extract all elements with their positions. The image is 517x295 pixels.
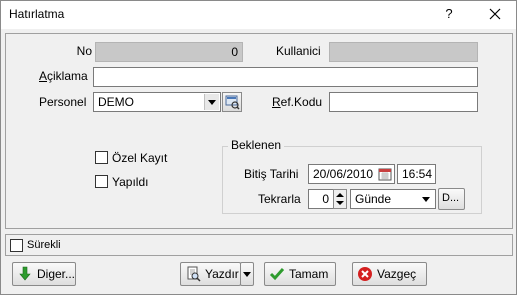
period-select[interactable]: Günde bbox=[350, 189, 436, 209]
yapildi-label: Yapıldı bbox=[112, 175, 149, 189]
chevron-down-icon[interactable] bbox=[204, 94, 219, 110]
tekrarla-input[interactable]: 0 bbox=[308, 189, 334, 209]
ozel-kayit-label: Özel Kayıt bbox=[112, 151, 168, 165]
no-label: No bbox=[76, 44, 92, 58]
ozel-kayit-checkbox[interactable] bbox=[95, 151, 108, 164]
tekrarla-stepper[interactable] bbox=[333, 189, 347, 209]
stepper-down-icon[interactable] bbox=[336, 201, 344, 205]
chevron-down-icon[interactable] bbox=[419, 191, 434, 207]
diger-label: Diger... bbox=[37, 267, 76, 281]
bitis-tarihi-label: Bitiş Tarihi bbox=[244, 167, 299, 181]
bitis-saat-input[interactable]: 16:54 bbox=[397, 164, 436, 184]
bitis-tarihi-value: 20/06/2010 bbox=[313, 167, 374, 181]
chevron-down-icon bbox=[243, 272, 251, 277]
title-bar[interactable]: Hatırlatma ? bbox=[1, 1, 516, 29]
personel-lookup-button[interactable] bbox=[222, 92, 242, 112]
dialog-window: Hatırlatma ? No 0 Kullanici Açiklama Per… bbox=[0, 0, 517, 295]
aciklama-input[interactable] bbox=[93, 67, 478, 87]
cancel-icon bbox=[358, 267, 372, 281]
personel-label: Personel bbox=[39, 95, 87, 109]
kullanici-label: Kullanici bbox=[276, 44, 321, 58]
arrow-down-icon bbox=[19, 266, 31, 281]
refkodu-input[interactable] bbox=[329, 92, 478, 112]
tamam-button[interactable]: Tamam bbox=[264, 262, 336, 286]
personel-select[interactable]: DEMO bbox=[93, 92, 221, 112]
surekli-label: Sürekli bbox=[27, 239, 61, 251]
yazdir-label: Yazdır bbox=[205, 267, 239, 281]
calendar-icon[interactable] bbox=[378, 167, 392, 181]
kullanici-field bbox=[329, 42, 478, 62]
no-field: 0 bbox=[95, 42, 243, 62]
help-button[interactable]: ? bbox=[441, 6, 457, 22]
refkodu-label: Ref.Kodu bbox=[272, 95, 323, 109]
tamam-label: Tamam bbox=[289, 267, 329, 281]
yazdir-button[interactable]: Yazdır bbox=[180, 262, 241, 286]
window-title: Hatırlatma bbox=[9, 7, 65, 21]
vazgec-button[interactable]: Vazgeç bbox=[352, 262, 427, 286]
close-icon bbox=[489, 8, 501, 20]
tekrarla-label: Tekrarla bbox=[258, 192, 301, 206]
beklenen-title: Beklenen bbox=[228, 138, 285, 152]
aciklama-label: Açiklama bbox=[39, 69, 88, 83]
print-preview-icon bbox=[187, 266, 201, 282]
d-button[interactable]: D... bbox=[438, 188, 465, 210]
close-button[interactable] bbox=[485, 4, 505, 24]
surekli-checkbox[interactable] bbox=[10, 239, 23, 252]
period-value: Günde bbox=[355, 192, 392, 206]
check-icon bbox=[269, 268, 285, 281]
main-panel: No 0 Kullanici Açiklama Personel DEMO Re… bbox=[5, 33, 513, 229]
vazgec-label: Vazgeç bbox=[377, 267, 417, 281]
yapildi-checkbox[interactable] bbox=[95, 175, 108, 188]
surekli-strip: Sürekli bbox=[5, 234, 513, 256]
stepper-up-icon[interactable] bbox=[336, 193, 344, 197]
diger-button[interactable]: Diger... bbox=[12, 262, 76, 286]
lookup-icon bbox=[225, 95, 240, 110]
yazdir-dropdown-button[interactable] bbox=[240, 262, 254, 286]
personel-value: DEMO bbox=[98, 95, 134, 109]
bitis-tarihi-input[interactable]: 20/06/2010 bbox=[308, 164, 395, 184]
